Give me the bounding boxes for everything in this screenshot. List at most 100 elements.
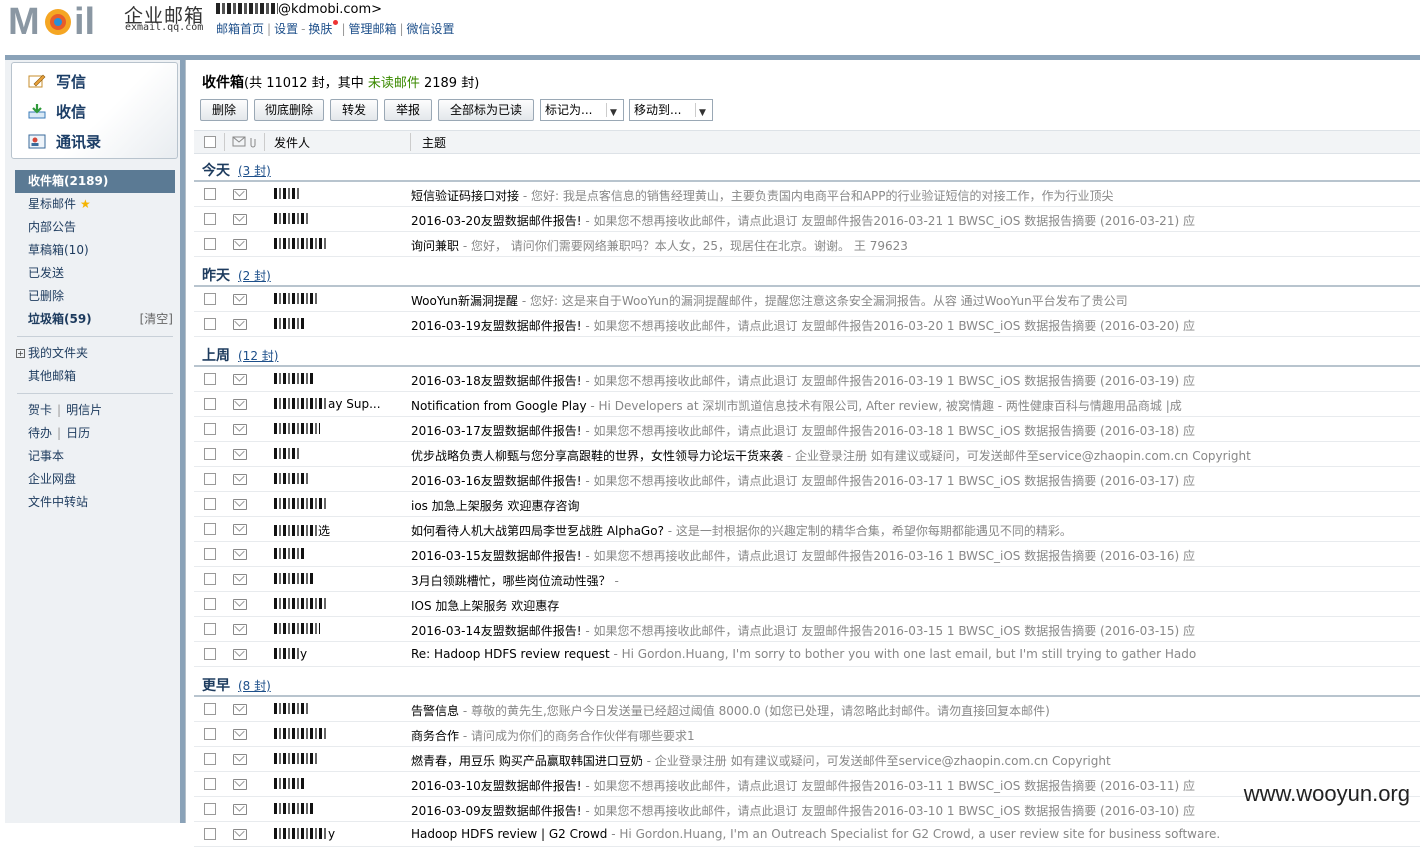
- row-checkbox[interactable]: [204, 573, 216, 585]
- folder-my-folders[interactable]: + 我的文件夹: [15, 342, 175, 365]
- compose-button[interactable]: 写信: [28, 71, 86, 92]
- receive-button[interactable]: 收信: [28, 101, 86, 122]
- subject-cell[interactable]: 2016-03-17友盟数据邮件报告! - 如果您不想再接收此邮件，请点此退订 …: [411, 422, 1411, 439]
- row-checkbox[interactable]: [204, 548, 216, 560]
- table-row[interactable]: 2016-03-10友盟数据邮件报告! - 如果您不想再接收此邮件，请点此退订 …: [194, 772, 1420, 797]
- link-skin[interactable]: 换肤: [308, 22, 332, 36]
- envelope-attachment-icon[interactable]: [232, 136, 258, 148]
- unread-link[interactable]: 未读邮件: [368, 76, 420, 91]
- table-row[interactable]: 2016-03-14友盟数据邮件报告! - 如果您不想再接收此邮件，请点此退订 …: [194, 617, 1420, 642]
- row-checkbox[interactable]: [204, 318, 216, 330]
- table-row[interactable]: 询问兼职 - 您好， 请问你们需要网络兼职吗？本人女，25，现居住在北京。谢谢。…: [194, 232, 1420, 257]
- row-checkbox[interactable]: [204, 448, 216, 460]
- subject-cell[interactable]: 优步战略负责人柳甄与您分享高跟鞋的世界，女性领导力论坛干货来袭 - 企业登录注册…: [411, 447, 1411, 464]
- subject-cell[interactable]: 2016-03-15友盟数据邮件报告! - 如果您不想再接收此邮件，请点此退订 …: [411, 547, 1411, 564]
- link-file-transfer[interactable]: 文件中转站: [15, 491, 175, 514]
- folder-other-mailboxes[interactable]: 其他邮箱: [15, 365, 175, 388]
- clear-spam-link[interactable]: [清空]: [140, 308, 173, 331]
- purge-button[interactable]: 彻底删除: [254, 99, 324, 121]
- table-row[interactable]: ay Sup... Notification from Google Play -…: [194, 392, 1420, 417]
- subject-cell[interactable]: Re: Hadoop HDFS review request - Hi Gord…: [411, 647, 1411, 661]
- row-checkbox[interactable]: [204, 473, 216, 485]
- row-checkbox[interactable]: [204, 213, 216, 225]
- subject-cell[interactable]: 2016-03-14友盟数据邮件报告! - 如果您不想再接收此邮件，请点此退订 …: [411, 622, 1411, 639]
- row-checkbox[interactable]: [204, 623, 216, 635]
- subject-cell[interactable]: 2016-03-20友盟数据邮件报告! - 如果您不想再接收此邮件，请点此退订 …: [411, 212, 1411, 229]
- link-settings[interactable]: 设置: [274, 22, 298, 36]
- table-row[interactable]: 告警信息 - 尊敬的黄先生,您账户今日发送量已经超过阈值 8000.0 (如您已…: [194, 697, 1420, 722]
- subject-cell[interactable]: 2016-03-19友盟数据邮件报告! - 如果您不想再接收此邮件，请点此退订 …: [411, 317, 1411, 334]
- row-checkbox[interactable]: [204, 523, 216, 535]
- table-row[interactable]: 2016-03-20友盟数据邮件报告! - 如果您不想再接收此邮件，请点此退订 …: [194, 207, 1420, 232]
- moil-logo[interactable]: M il: [8, 2, 120, 38]
- expand-plus-icon[interactable]: +: [16, 349, 25, 358]
- row-checkbox[interactable]: [204, 828, 216, 840]
- link-notes[interactable]: 记事本: [15, 445, 175, 468]
- table-row[interactable]: 燃青春，用豆乐 购买产品赢取韩国进口豆奶 - 企业登录注册 如有建议或疑问，可发…: [194, 747, 1420, 772]
- folder-drafts[interactable]: 草稿箱(10): [15, 239, 175, 262]
- report-button[interactable]: 举报: [384, 99, 432, 121]
- row-checkbox[interactable]: [204, 778, 216, 790]
- table-row[interactable]: 2016-03-16友盟数据邮件报告! - 如果您不想再接收此邮件，请点此退订 …: [194, 467, 1420, 492]
- subject-cell[interactable]: 商务合作 - 请问成为你们的商务合作伙伴有哪些要求1: [411, 727, 1411, 744]
- row-checkbox[interactable]: [204, 803, 216, 815]
- group-count-link[interactable]: (8 封): [238, 677, 271, 694]
- table-row[interactable]: 2016-03-18友盟数据邮件报告! - 如果您不想再接收此邮件，请点此退订 …: [194, 367, 1420, 392]
- table-row[interactable]: 3月白领跳槽忙，哪些岗位流动性强？ -: [194, 567, 1420, 592]
- subject-cell[interactable]: 如何看待人机大战第四局李世乭战胜 AlphaGo? - 这是一封根据你的兴趣定制…: [411, 522, 1411, 539]
- subject-column-header[interactable]: 主题: [422, 134, 446, 151]
- folder-inbox[interactable]: 收件箱(2189): [15, 170, 175, 193]
- move-to-select[interactable]: 移动到... ▼: [629, 99, 713, 121]
- group-count-link[interactable]: (2 封): [238, 267, 271, 284]
- subject-cell[interactable]: Hadoop HDFS review | G2 Crowd - Hi Gordo…: [411, 827, 1411, 841]
- row-checkbox[interactable]: [204, 398, 216, 410]
- subject-cell[interactable]: 燃青春，用豆乐 购买产品赢取韩国进口豆奶 - 企业登录注册 如有建议或疑问，可发…: [411, 752, 1411, 769]
- mark-all-read-button[interactable]: 全部标为已读: [438, 99, 534, 121]
- subject-cell[interactable]: WooYun新漏洞提醒 - 您好: 这是来自于WooYun的漏洞提醒邮件，提醒您…: [411, 292, 1411, 309]
- subject-cell[interactable]: 询问兼职 - 您好， 请问你们需要网络兼职吗？本人女，25，现居住在北京。谢谢。…: [411, 237, 1411, 254]
- table-row[interactable]: WooYun新漏洞提醒 - 您好: 这是来自于WooYun的漏洞提醒邮件，提醒您…: [194, 287, 1420, 312]
- table-row[interactable]: 2016-03-17友盟数据邮件报告! - 如果您不想再接收此邮件，请点此退订 …: [194, 417, 1420, 442]
- folder-deleted[interactable]: 已删除: [15, 285, 175, 308]
- subject-cell[interactable]: 短信验证码接口对接 - 您好: 我是点客信息的销售经理黄山，主要负责国内电商平台…: [411, 187, 1411, 204]
- table-row[interactable]: ios 加急上架服务 欢迎惠存咨询: [194, 492, 1420, 517]
- delete-button[interactable]: 删除: [200, 99, 248, 121]
- table-row[interactable]: 商务合作 - 请问成为你们的商务合作伙伴有哪些要求1: [194, 722, 1420, 747]
- group-count-link[interactable]: (12 封): [238, 347, 278, 364]
- row-checkbox[interactable]: [204, 293, 216, 305]
- folder-notice[interactable]: 内部公告: [15, 216, 175, 239]
- subject-cell[interactable]: 告警信息 - 尊敬的黄先生,您账户今日发送量已经超过阈值 8000.0 (如您已…: [411, 702, 1411, 719]
- row-checkbox[interactable]: [204, 498, 216, 510]
- row-checkbox[interactable]: [204, 373, 216, 385]
- table-row[interactable]: 选 如何看待人机大战第四局李世乭战胜 AlphaGo? - 这是一封根据你的兴趣定…: [194, 517, 1420, 542]
- contacts-button[interactable]: 通讯录: [28, 131, 101, 152]
- folder-starred[interactable]: 星标邮件 ★: [15, 193, 175, 216]
- folder-spam[interactable]: 垃圾箱(59) [清空]: [15, 308, 175, 331]
- folder-sent[interactable]: 已发送: [15, 262, 175, 285]
- subject-cell[interactable]: 2016-03-16友盟数据邮件报告! - 如果您不想再接收此邮件，请点此退订 …: [411, 472, 1411, 489]
- sender-column-header[interactable]: 发件人: [274, 134, 310, 151]
- subject-cell[interactable]: Notification from Google Play - Hi Devel…: [411, 397, 1411, 414]
- link-admin[interactable]: 管理邮箱: [348, 22, 396, 36]
- table-row[interactable]: 短信验证码接口对接 - 您好: 我是点客信息的销售经理黄山，主要负责国内电商平台…: [194, 182, 1420, 207]
- link-postcard[interactable]: 明信片: [66, 403, 102, 417]
- forward-button[interactable]: 转发: [330, 99, 378, 121]
- subject-cell[interactable]: IOS 加急上架服务 欢迎惠存: [411, 597, 1411, 614]
- link-enterprise-disk[interactable]: 企业网盘: [15, 468, 175, 491]
- table-row[interactable]: 2016-03-19友盟数据邮件报告! - 如果您不想再接收此邮件，请点此退订 …: [194, 312, 1420, 337]
- table-row[interactable]: 2016-03-15友盟数据邮件报告! - 如果您不想再接收此邮件，请点此退订 …: [194, 542, 1420, 567]
- row-checkbox[interactable]: [204, 728, 216, 740]
- table-row[interactable]: y Hadoop HDFS review | G2 Crowd - Hi Gord…: [194, 822, 1420, 847]
- link-todo[interactable]: 待办: [28, 426, 52, 440]
- group-count-link[interactable]: (3 封): [238, 162, 271, 179]
- select-all-checkbox[interactable]: [204, 136, 216, 148]
- link-calendar[interactable]: 日历: [66, 426, 90, 440]
- row-checkbox[interactable]: [204, 598, 216, 610]
- row-checkbox[interactable]: [204, 238, 216, 250]
- table-row[interactable]: 2016-03-09友盟数据邮件报告! - 如果您不想再接收此邮件，请点此退订 …: [194, 797, 1420, 822]
- table-row[interactable]: IOS 加急上架服务 欢迎惠存: [194, 592, 1420, 617]
- table-row[interactable]: y Re: Hadoop HDFS review request - Hi Gor…: [194, 642, 1420, 667]
- mark-as-select[interactable]: 标记为... ▼: [540, 99, 624, 121]
- row-checkbox[interactable]: [204, 753, 216, 765]
- link-home[interactable]: 邮箱首页: [216, 22, 264, 36]
